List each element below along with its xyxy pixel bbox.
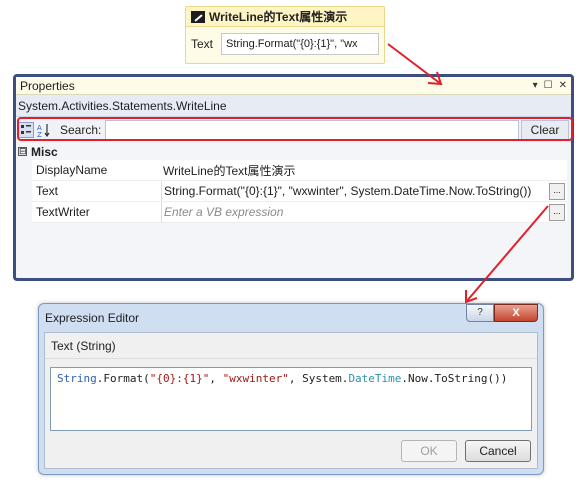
dialog-body: Text (String) String.Format("{0}:{1}", "… xyxy=(44,332,538,469)
expression-code-editor[interactable]: String.Format("{0}:{1}", "wxwinter", Sys… xyxy=(50,367,532,431)
activity-text-label: Text xyxy=(191,37,214,51)
properties-titlebar: Properties ▾ ☐ ✕ xyxy=(16,77,571,95)
maximize-icon[interactable]: ☐ xyxy=(544,80,553,91)
code-token: , xyxy=(209,372,223,385)
expression-editor-dialog: Expression Editor ? X Text (String) Stri… xyxy=(38,303,544,475)
properties-window: Properties ▾ ☐ ✕ System.Activities.State… xyxy=(13,74,574,281)
activity-header: WriteLine的Text属性演示 xyxy=(186,7,384,27)
cancel-button[interactable]: Cancel xyxy=(465,440,531,462)
code-token: "{0}:{1}" xyxy=(149,372,210,385)
code-token: .Now.ToString()) xyxy=(401,372,508,385)
property-row-displayname[interactable]: DisplayName WriteLine的Text属性演示 xyxy=(32,160,567,181)
close-icon[interactable]: ✕ xyxy=(559,80,567,91)
collapse-icon[interactable]: ⊟ xyxy=(18,147,27,156)
activity-title: WriteLine的Text属性演示 xyxy=(209,10,348,24)
code-token: "wxwinter" xyxy=(222,372,289,385)
selected-object-type: System.Activities.Statements.WriteLine xyxy=(16,95,571,117)
code-token: .Format( xyxy=(96,372,150,385)
code-token: , System. xyxy=(288,372,349,385)
property-value[interactable]: WriteLine的Text属性演示 xyxy=(161,162,567,179)
writeline-icon xyxy=(191,10,205,23)
ellipsis-button[interactable]: ... xyxy=(549,203,565,221)
expression-header: Text (String) xyxy=(45,333,537,359)
activity-text-input[interactable]: String.Format("{0}:{1}", "wx xyxy=(221,33,379,55)
code-token: DateTime xyxy=(348,372,402,385)
property-name: Text xyxy=(36,184,59,198)
code-token: String xyxy=(57,372,97,385)
property-grid: DisplayName WriteLine的Text属性演示 Text Stri… xyxy=(32,160,567,223)
dialog-controls: ? X xyxy=(466,304,538,322)
properties-window-controls: ▾ ☐ ✕ xyxy=(533,80,567,91)
activity-body: Text String.Format("{0}:{1}", "wx xyxy=(186,27,384,61)
misc-category[interactable]: ⊟ Misc xyxy=(16,143,571,160)
text-row-highlight xyxy=(17,117,573,141)
property-row-textwriter[interactable]: TextWriter Enter a VB expression ... xyxy=(32,202,567,223)
screenshot-root: WriteLine的Text属性演示 Text String.Format("{… xyxy=(0,0,583,484)
properties-title: Properties xyxy=(20,78,75,93)
help-button[interactable]: ? xyxy=(466,304,494,322)
writeline-activity[interactable]: WriteLine的Text属性演示 Text String.Format("{… xyxy=(185,6,385,64)
property-row-text[interactable]: Text String.Format("{0}:{1}", "wxwinter"… xyxy=(32,181,567,202)
dialog-buttons: OK Cancel xyxy=(401,440,531,462)
property-name: DisplayName xyxy=(36,163,108,177)
ellipsis-button[interactable]: ... xyxy=(549,182,565,200)
ok-button[interactable]: OK xyxy=(401,440,457,462)
dialog-close-button[interactable]: X xyxy=(494,304,538,322)
property-value-placeholder[interactable]: Enter a VB expression xyxy=(161,202,549,222)
property-name: TextWriter xyxy=(36,205,90,219)
property-value[interactable]: String.Format("{0}:{1}", "wxwinter", Sys… xyxy=(161,181,549,201)
category-label: Misc xyxy=(31,144,58,159)
dropdown-icon[interactable]: ▾ xyxy=(533,80,538,91)
